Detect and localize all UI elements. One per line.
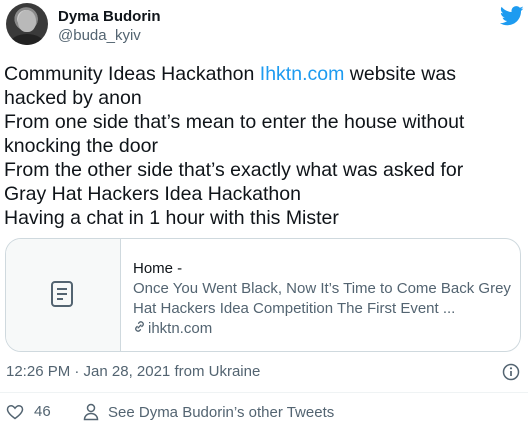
divider xyxy=(0,392,528,393)
other-tweets-label: See Dyma Budorin’s other Tweets xyxy=(108,403,335,421)
tweet-line-2: From one side that’s mean to enter the h… xyxy=(4,111,465,157)
avatar[interactable] xyxy=(6,3,48,45)
tweet-link[interactable]: Ihktn.com xyxy=(260,63,345,85)
card-description: Once You Went Black, Now It’s Time to Co… xyxy=(133,280,511,317)
heart-icon xyxy=(6,404,24,419)
info-icon[interactable] xyxy=(502,363,520,381)
link-preview-card[interactable]: Home - Once You Went Black, Now It’s Tim… xyxy=(5,238,521,352)
tweet-line-4: Gray Hat Hackers Idea Hackathon xyxy=(4,183,301,205)
author-name[interactable]: Dyma Budorin xyxy=(58,8,161,26)
tweet-line-1: Community Ideas Hackathon Ihktn.com webs… xyxy=(4,63,456,109)
link-icon xyxy=(135,321,144,332)
tweet-line-5: Having a chat in 1 hour with this Mister xyxy=(4,207,339,229)
person-icon xyxy=(83,403,99,421)
like-button[interactable]: 46 xyxy=(6,403,51,420)
tweet-timestamp[interactable]: 12:26 PM · Jan 28, 2021 from Ukraine xyxy=(6,363,260,381)
document-icon xyxy=(51,281,73,307)
tweet-text: Community Ideas Hackathon Ihktn.com webs… xyxy=(4,62,524,230)
author-handle[interactable]: @buda_kyiv xyxy=(58,27,141,45)
twitter-bird-icon[interactable] xyxy=(500,6,524,26)
card-body: Home - Once You Went Black, Now It’s Tim… xyxy=(133,259,513,339)
card-title: Home - xyxy=(133,260,183,277)
like-count: 46 xyxy=(34,403,51,420)
card-thumbnail xyxy=(6,239,121,351)
tweet-header: Dyma Budorin @buda_kyiv xyxy=(0,0,528,60)
tweet-line-3: From the other side that’s exactly what … xyxy=(4,159,464,181)
other-tweets-link[interactable]: See Dyma Budorin’s other Tweets xyxy=(83,403,334,421)
card-domain: ihktn.com xyxy=(133,319,513,339)
